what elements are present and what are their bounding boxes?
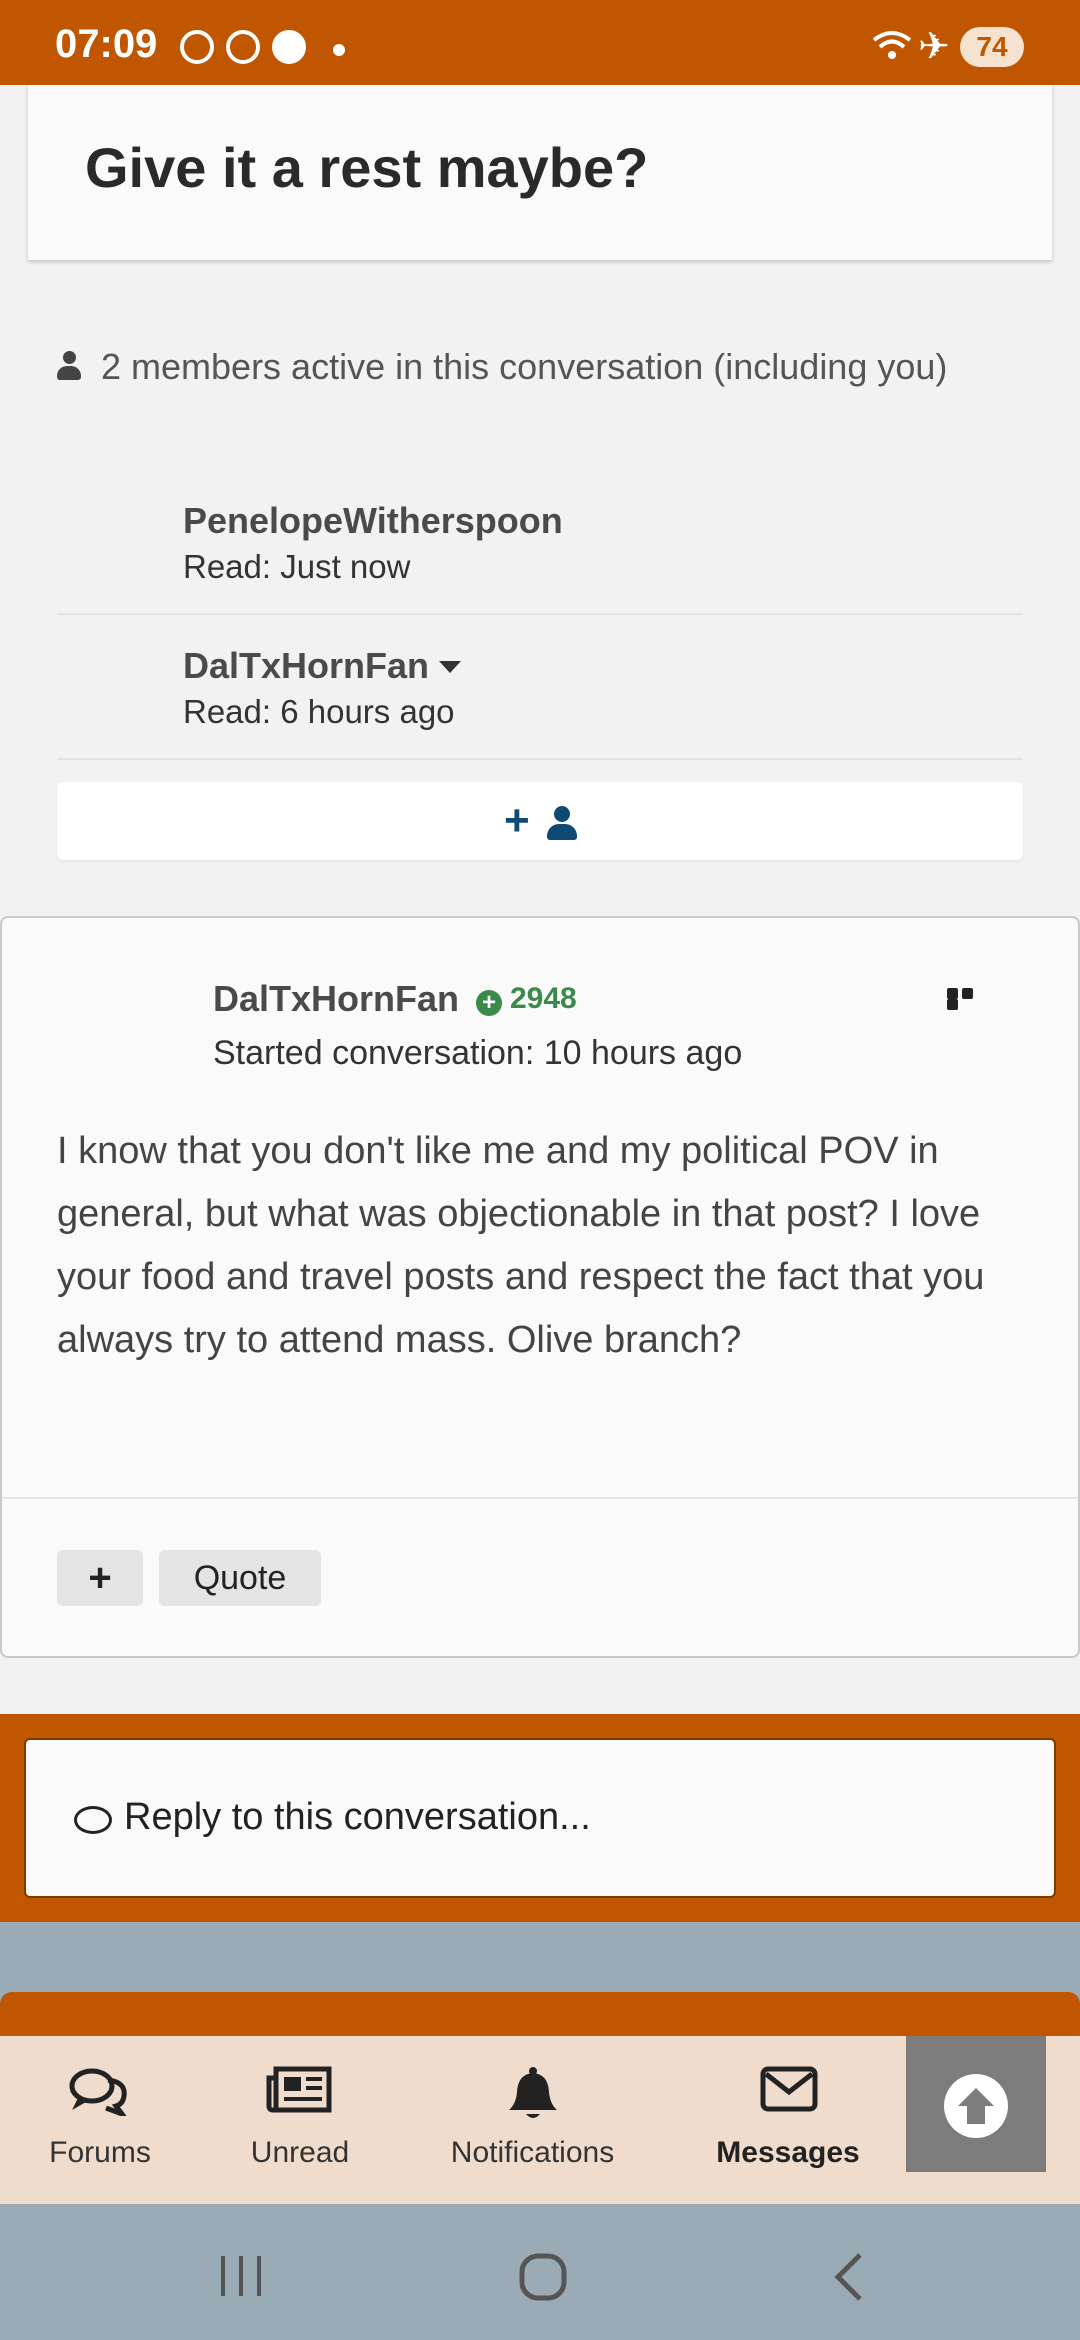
footer-strip: [0, 1992, 1080, 2040]
nav-item-forums[interactable]: Forums: [20, 2036, 180, 2204]
wifi-icon: [872, 28, 912, 70]
member-name[interactable]: DalTxHornFan: [183, 645, 462, 687]
back-icon[interactable]: [830, 2252, 866, 2302]
reply-input[interactable]: Reply to this conversation...: [24, 1738, 1056, 1898]
bottom-navigation: Forums Unread Notifications Messages: [0, 2036, 1080, 2204]
newspaper-icon: [266, 2066, 332, 2113]
quote-button[interactable]: Quote: [159, 1550, 321, 1606]
invite-member-button[interactable]: +: [57, 782, 1023, 860]
airplane-mode-icon: ✈: [918, 26, 950, 68]
message-started-time: Started conversation: 10 hours ago: [213, 1034, 743, 1072]
member-name-text: DalTxHornFan: [183, 645, 430, 686]
arrow-up-icon: [944, 2074, 1008, 2138]
chevron-down-icon[interactable]: [439, 661, 462, 673]
system-navigation-bar: [0, 2204, 1080, 2340]
status-time: 07:09: [55, 22, 158, 66]
member-read-status: Read: Just now: [183, 548, 411, 585]
battery-indicator: 74: [960, 27, 1024, 67]
speech-bubble-icon: [74, 1806, 112, 1834]
member-row[interactable]: PenelopeWitherspoon Read: Just now: [57, 470, 1023, 615]
alarm-icon: [226, 30, 260, 64]
plus-icon: +: [504, 796, 530, 845]
nav-label: Notifications: [450, 2136, 615, 2169]
page-title: Give it a rest maybe?: [85, 136, 649, 199]
add-reaction-button[interactable]: +: [57, 1550, 143, 1606]
nav-item-notifications[interactable]: Notifications: [430, 2036, 635, 2204]
user-icon: [547, 806, 577, 840]
nav-label: Messages: [716, 2136, 860, 2169]
member-read-status: Read: 6 hours ago: [183, 693, 455, 730]
home-icon[interactable]: [518, 2252, 568, 2302]
s-app-icon: [272, 30, 306, 64]
scroll-to-top-button[interactable]: [906, 2036, 1046, 2172]
message-author[interactable]: DalTxHornFan: [213, 978, 459, 1020]
nav-label: Forums: [49, 2136, 151, 2169]
nav-label: Unread: [250, 2136, 350, 2169]
chrome-icon: [180, 30, 214, 64]
user-icon: [57, 351, 81, 381]
message-body: I know that you don't like me and my pol…: [57, 1130, 985, 1361]
recent-apps-icon[interactable]: [218, 2254, 264, 2298]
reply-placeholder: Reply to this conversation...: [124, 1796, 591, 1838]
bell-icon: [509, 2067, 557, 2118]
reputation-value: 2948: [510, 982, 577, 1015]
message-card: DalTxHornFan +2948 Started conversation:…: [0, 916, 1080, 1658]
nav-item-messages[interactable]: Messages: [700, 2036, 876, 2204]
more-notifications-dot-icon: [333, 44, 345, 56]
status-bar: 07:09 ✈ 74: [0, 0, 1080, 85]
members-heading-text: 2 members active in this conversation (i…: [101, 346, 948, 387]
envelope-icon: [760, 2066, 818, 2112]
plus-circle-icon: +: [476, 990, 502, 1016]
reply-section: Reply to this conversation...: [0, 1714, 1080, 1922]
reputation-badge[interactable]: +2948: [476, 982, 577, 1016]
more-options-icon[interactable]: [947, 988, 991, 1010]
member-name[interactable]: PenelopeWitherspoon: [183, 500, 563, 542]
conversation-title-card: Give it a rest maybe?: [28, 85, 1052, 260]
chat-bubbles-icon: [69, 2068, 127, 2116]
member-row[interactable]: DalTxHornFan Read: 6 hours ago: [57, 615, 1023, 760]
divider: [2, 1497, 1078, 1499]
members-heading: 2 members active in this conversation (i…: [57, 345, 1017, 389]
nav-item-unread[interactable]: Unread: [220, 2036, 380, 2204]
